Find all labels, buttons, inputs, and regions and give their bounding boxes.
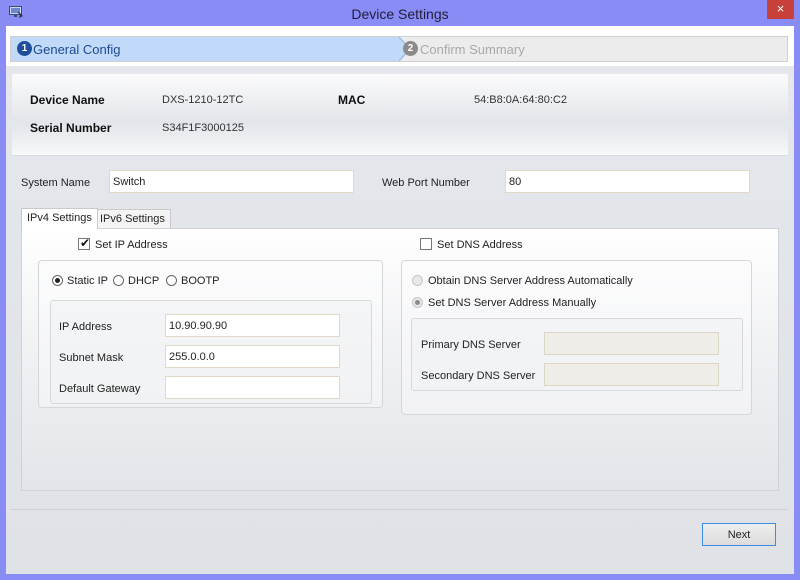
step-label: General Config bbox=[33, 42, 121, 57]
set-dns-address-checkbox[interactable] bbox=[420, 238, 432, 250]
primary-dns-label: Primary DNS Server bbox=[421, 339, 521, 351]
ip-config-group: Static IP DHCP BOOTP IP Address Subnet M… bbox=[38, 260, 383, 408]
web-port-input[interactable] bbox=[505, 170, 750, 193]
primary-dns-input[interactable] bbox=[544, 332, 719, 355]
obtain-dns-auto-label: Obtain DNS Server Address Automatically bbox=[428, 275, 633, 287]
dns-config-group: Obtain DNS Server Address Automatically … bbox=[401, 260, 752, 415]
system-name-label: System Name bbox=[21, 177, 91, 189]
footer-divider bbox=[10, 509, 788, 510]
tab-label: IPv6 Settings bbox=[100, 213, 165, 225]
next-button[interactable]: Next bbox=[702, 523, 776, 546]
tab-ipv4-settings[interactable]: IPv4 Settings bbox=[21, 208, 98, 229]
mac-label: MAC bbox=[338, 93, 366, 107]
dhcp-radio[interactable] bbox=[113, 275, 124, 286]
bootp-label: BOOTP bbox=[181, 275, 220, 287]
close-button[interactable]: × bbox=[767, 0, 794, 19]
title-bar[interactable]: Device Settings × bbox=[0, 0, 800, 26]
tab-label: IPv4 Settings bbox=[27, 212, 92, 224]
secondary-dns-label: Secondary DNS Server bbox=[421, 370, 536, 382]
device-name-label: Device Name bbox=[30, 93, 105, 107]
secondary-dns-input[interactable] bbox=[544, 363, 719, 386]
dns-server-fields: Primary DNS Server Secondary DNS Server bbox=[411, 318, 743, 391]
serial-number-value: S34F1F3000125 bbox=[162, 122, 244, 134]
device-settings-window: Device Settings × 1 General Config 2 Con… bbox=[0, 0, 800, 580]
mac-value: 54:B8:0A:64:80:C2 bbox=[474, 94, 567, 106]
device-info-panel: Device Name DXS-1210-12TC MAC 54:B8:0A:6… bbox=[12, 74, 788, 156]
dialog-body: 1 General Config 2 Confirm Summary Devic… bbox=[6, 26, 794, 574]
step-general-config[interactable]: 1 General Config bbox=[11, 37, 399, 61]
bootp-radio[interactable] bbox=[166, 275, 177, 286]
default-gateway-input[interactable] bbox=[165, 376, 340, 399]
web-port-label: Web Port Number bbox=[382, 177, 470, 189]
step-label: Confirm Summary bbox=[420, 42, 525, 57]
ip-address-label: IP Address bbox=[59, 321, 112, 333]
close-icon: × bbox=[776, 1, 785, 16]
system-name-input[interactable] bbox=[109, 170, 354, 193]
static-ip-fields: IP Address Subnet Mask Default Gateway bbox=[50, 300, 372, 404]
ip-address-input[interactable] bbox=[165, 314, 340, 337]
tab-ipv6-settings[interactable]: IPv6 Settings bbox=[94, 209, 171, 228]
checkmark-icon: ✔ bbox=[80, 236, 91, 250]
subnet-mask-input[interactable] bbox=[165, 345, 340, 368]
dhcp-label: DHCP bbox=[128, 275, 160, 287]
serial-number-label: Serial Number bbox=[30, 121, 112, 135]
set-dns-manual-label: Set DNS Server Address Manually bbox=[428, 297, 597, 309]
step-confirm-summary[interactable]: 2 Confirm Summary bbox=[401, 37, 781, 61]
default-gateway-label: Default Gateway bbox=[59, 383, 141, 395]
set-ip-address-checkbox[interactable]: ✔ bbox=[78, 236, 91, 250]
obtain-dns-auto-radio[interactable] bbox=[412, 275, 423, 286]
wizard-stepper: 1 General Config 2 Confirm Summary bbox=[10, 36, 788, 62]
device-name-value: DXS-1210-12TC bbox=[162, 94, 244, 106]
set-ip-address-label: Set IP Address bbox=[95, 239, 168, 251]
set-dns-manual-radio[interactable] bbox=[412, 297, 423, 308]
set-dns-address-label: Set DNS Address bbox=[437, 239, 523, 251]
static-ip-label: Static IP bbox=[67, 275, 108, 287]
step-number-badge: 1 bbox=[17, 41, 32, 56]
window-title: Device Settings bbox=[351, 6, 449, 22]
subnet-mask-label: Subnet Mask bbox=[59, 352, 124, 364]
ipv4-settings-panel: ✔ Set IP Address Set DNS Address Static … bbox=[21, 228, 779, 491]
static-ip-radio[interactable] bbox=[52, 275, 63, 286]
step-number-badge: 2 bbox=[403, 41, 418, 56]
